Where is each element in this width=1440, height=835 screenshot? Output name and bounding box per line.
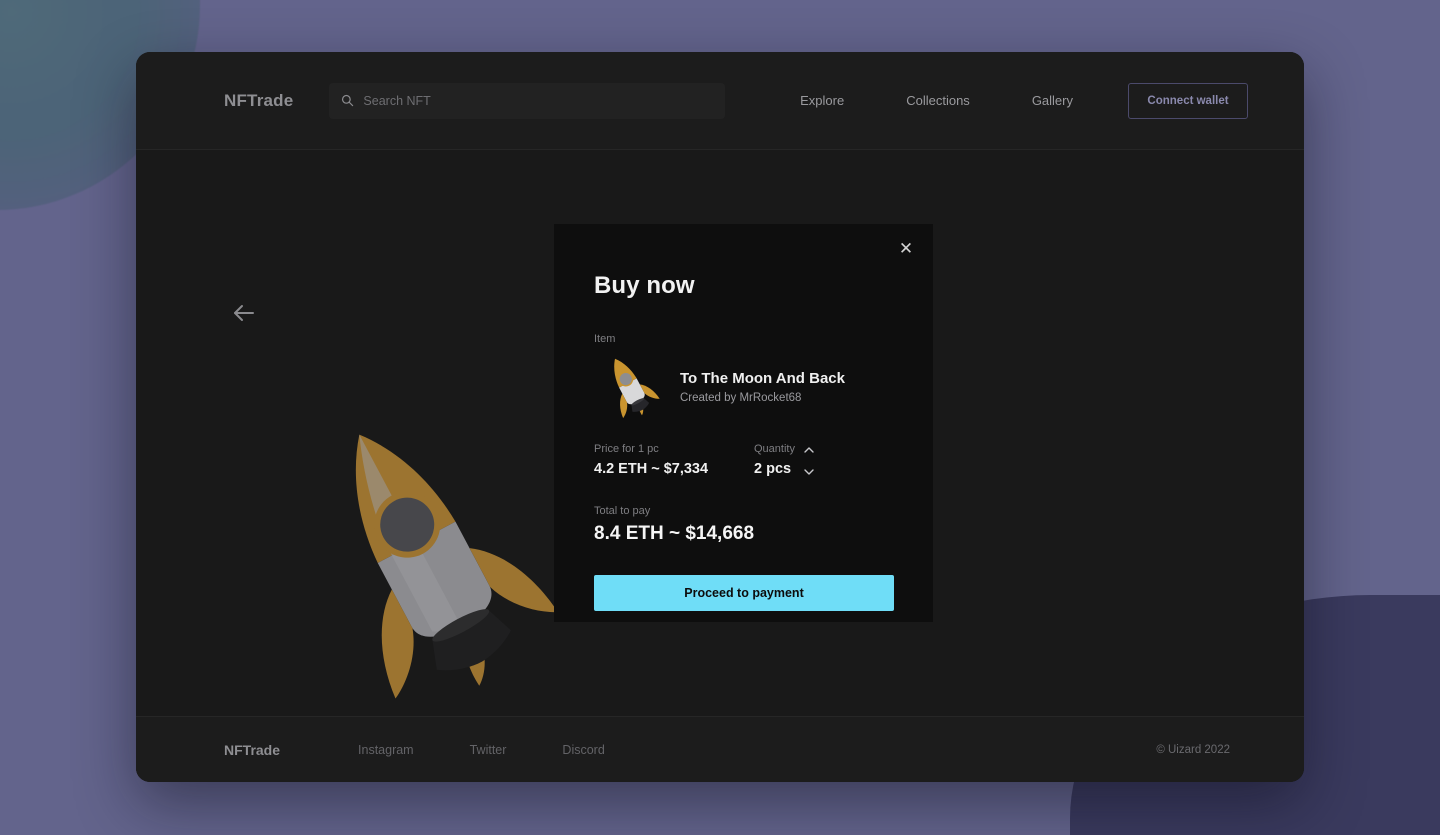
browser-window: NFTrade Search NFT Explore Collections G… bbox=[136, 52, 1304, 782]
proceed-to-payment-button[interactable]: Proceed to payment bbox=[594, 575, 894, 611]
back-button[interactable] bbox=[228, 298, 258, 328]
price-value: 4.2 ETH ~ $7,334 bbox=[594, 461, 709, 477]
footer-link-twitter[interactable]: Twitter bbox=[442, 743, 535, 757]
nav-item-collections[interactable]: Collections bbox=[875, 93, 1001, 108]
search-input[interactable]: Search NFT bbox=[329, 82, 726, 119]
brand-logo[interactable]: NFTrade bbox=[224, 91, 293, 111]
nav-item-explore[interactable]: Explore bbox=[769, 93, 875, 108]
footer-brand-logo[interactable]: NFTrade bbox=[224, 742, 280, 758]
close-icon[interactable]: ✕ bbox=[893, 235, 919, 261]
item-thumbnail-rocket bbox=[594, 351, 666, 423]
nft-artwork-rocket bbox=[276, 400, 576, 720]
site-footer: NFTrade Instagram Twitter Discord © Uiza… bbox=[136, 716, 1304, 782]
footer-links: Instagram Twitter Discord bbox=[330, 743, 633, 757]
item-name: To The Moon And Back bbox=[680, 370, 845, 387]
total-value: 8.4 ETH ~ $14,668 bbox=[594, 523, 755, 544]
price-label: Price for 1 pc bbox=[594, 443, 659, 455]
site-header: NFTrade Search NFT Explore Collections G… bbox=[136, 52, 1304, 150]
footer-link-discord[interactable]: Discord bbox=[534, 743, 632, 757]
price-field: Price for 1 pc 4.2 ETH ~ $7,334 bbox=[594, 443, 754, 477]
item-creator: Created by MrRocket68 bbox=[680, 392, 802, 404]
item-text-block: To The Moon And Back Created by MrRocket… bbox=[680, 370, 845, 404]
search-placeholder: Search NFT bbox=[363, 93, 431, 108]
item-summary-row: To The Moon And Back Created by MrRocket… bbox=[594, 351, 893, 423]
buy-now-modal: ✕ Buy now Item To The Moon And Back Crea… bbox=[554, 224, 933, 622]
modal-title: Buy now bbox=[594, 272, 695, 299]
modal-body: Buy now Item To The Moon And Back Create… bbox=[554, 224, 933, 611]
nav-item-gallery[interactable]: Gallery bbox=[1001, 93, 1104, 108]
connect-wallet-button[interactable]: Connect wallet bbox=[1128, 82, 1248, 119]
price-quantity-row: Price for 1 pc 4.2 ETH ~ $7,334 Quantity… bbox=[594, 443, 893, 477]
chevron-up-icon[interactable] bbox=[802, 443, 816, 457]
item-section-label: Item bbox=[594, 333, 616, 345]
footer-link-instagram[interactable]: Instagram bbox=[330, 743, 442, 757]
main-navigation: Explore Collections Gallery Connect wall… bbox=[769, 82, 1248, 119]
copyright-text: © Uizard 2022 bbox=[1156, 743, 1230, 756]
chevron-down-icon[interactable] bbox=[802, 465, 816, 479]
search-icon bbox=[341, 94, 354, 107]
total-label: Total to pay bbox=[594, 505, 651, 517]
quantity-stepper[interactable]: Quantity 2 pcs bbox=[754, 443, 874, 477]
